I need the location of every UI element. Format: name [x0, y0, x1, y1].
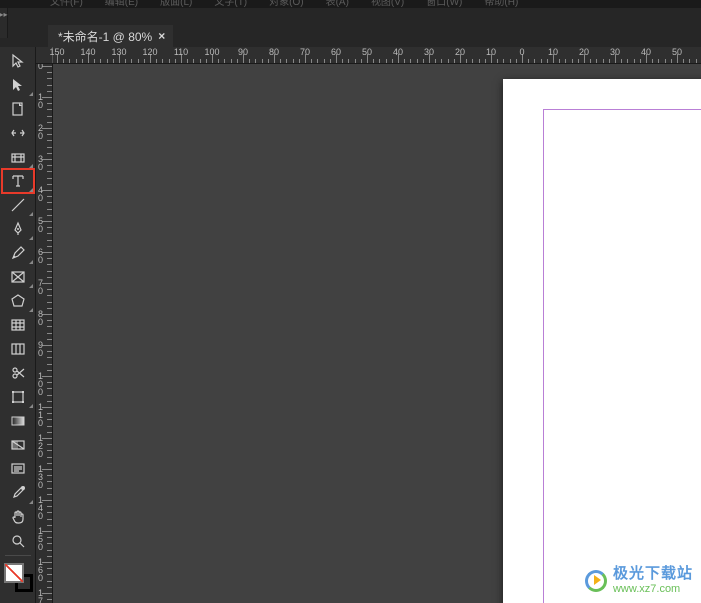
hand-tool[interactable] — [2, 505, 34, 529]
ruler-tick-label: 150 — [38, 527, 43, 551]
ruler-tick-label: 30 — [424, 47, 434, 57]
ruler-tick-label: 0 — [38, 64, 43, 70]
ruler-tick-label: 60 — [38, 248, 43, 264]
flyout-indicator-icon — [29, 212, 33, 216]
page-tool[interactable] — [2, 97, 34, 121]
ruler-tick-label: 130 — [38, 465, 43, 489]
fill-swatch[interactable] — [5, 564, 23, 582]
ruler-tick-label: 20 — [38, 124, 43, 140]
selection-tool[interactable] — [2, 49, 34, 73]
content-collector-tool[interactable] — [2, 145, 34, 169]
ruler-tick-label: 140 — [80, 47, 95, 57]
rectangle-tool[interactable] — [2, 289, 34, 313]
ruler-tick-label: 80 — [38, 310, 43, 326]
flyout-indicator-icon — [29, 236, 33, 240]
menu-item[interactable]: 表(A) — [326, 0, 349, 8]
canvas-area[interactable] — [53, 64, 701, 603]
menu-item[interactable]: 文字(T) — [214, 0, 247, 8]
ruler-tick-label: 90 — [238, 47, 248, 57]
ruler-tick-label: 120 — [38, 434, 43, 458]
text-frame[interactable] — [543, 109, 701, 603]
menu-item[interactable]: 编辑(E) — [105, 0, 138, 8]
ruler-tick-label: 50 — [38, 217, 43, 233]
ruler-tick-label: 40 — [641, 47, 651, 57]
pen-tool[interactable] — [2, 217, 34, 241]
ruler-tick-label: 110 — [38, 403, 43, 427]
type-tool[interactable] — [2, 169, 34, 193]
flyout-indicator-icon — [29, 284, 33, 288]
pencil-tool[interactable] — [2, 241, 34, 265]
vertical-ruler[interactable]: 0 10 20 30 40 50 60 70 80 90 100 110 120 130 140 150 160… — [36, 64, 53, 603]
flyout-indicator-icon — [29, 308, 33, 312]
ruler-tick-label: 70 — [300, 47, 310, 57]
toolbox — [0, 47, 36, 603]
ruler-tick-label: 30 — [38, 155, 43, 171]
rectangle-frame-tool[interactable] — [2, 265, 34, 289]
ruler-tick-label: 130 — [111, 47, 126, 57]
zoom-tool[interactable] — [2, 529, 34, 553]
ruler-tick-label: 50 — [362, 47, 372, 57]
ruler-tick-label: 170 — [38, 589, 43, 603]
ruler-tick-label: 20 — [455, 47, 465, 57]
ruler-tick-label: 60 — [331, 47, 341, 57]
line-tool[interactable] — [2, 193, 34, 217]
ruler-tick-label: 80 — [269, 47, 279, 57]
ruler-tick-label: 40 — [393, 47, 403, 57]
eyedropper-tool[interactable] — [2, 481, 34, 505]
column-tool[interactable] — [2, 337, 34, 361]
tool-divider — [5, 555, 31, 556]
ruler-tick-label: 100 — [38, 372, 43, 396]
free-transform-tool[interactable] — [2, 385, 34, 409]
menu-item[interactable]: 文件(F) — [50, 0, 83, 8]
ruler-tick-label: 160 — [38, 558, 43, 582]
menu-item[interactable]: 对象(O) — [269, 0, 303, 8]
menu-item[interactable]: 版面(L) — [160, 0, 192, 8]
flyout-indicator-icon — [29, 260, 33, 264]
direct-selection-tool[interactable] — [2, 73, 34, 97]
table-tool[interactable] — [2, 313, 34, 337]
flyout-indicator-icon — [29, 404, 33, 408]
gradient-feather-tool[interactable] — [2, 433, 34, 457]
gap-tool[interactable] — [2, 121, 34, 145]
ruler-tick-label: 150 — [49, 47, 64, 57]
flyout-indicator-icon — [29, 188, 33, 192]
note-tool[interactable] — [2, 457, 34, 481]
ruler-tick-label: 10 — [38, 93, 43, 109]
menubar[interactable]: 文件(F) 编辑(E) 版面(L) 文字(T) 对象(O) 表(A) 视图(V)… — [0, 0, 701, 8]
ruler-tick-label: 50 — [672, 47, 682, 57]
flyout-indicator-icon — [29, 164, 33, 168]
ruler-tick-label: 90 — [38, 341, 43, 357]
document-tab[interactable]: *未命名-1 @ 80% × — [48, 25, 173, 47]
ruler-tick-label: 140 — [38, 496, 43, 520]
fill-stroke-swatch[interactable] — [3, 562, 33, 592]
ruler-tick-label: 20 — [579, 47, 589, 57]
ruler-tick-label: 100 — [204, 47, 219, 57]
ruler-tick-label: 40 — [38, 186, 43, 202]
close-tab-button[interactable]: × — [158, 29, 165, 43]
menu-item[interactable]: 帮助(H) — [484, 0, 518, 8]
menu-item[interactable]: 窗口(W) — [426, 0, 462, 8]
document-tab-label: *未命名-1 @ 80% — [58, 28, 152, 45]
scissors-tool[interactable] — [2, 361, 34, 385]
ruler-tick-label: 10 — [548, 47, 558, 57]
flyout-indicator-icon — [29, 500, 33, 504]
ruler-tick-label: 10 — [486, 47, 496, 57]
gradient-swatch-tool[interactable] — [2, 409, 34, 433]
ruler-tick-label: 110 — [174, 47, 188, 57]
ruler-tick-label: 30 — [610, 47, 620, 57]
menu-item[interactable]: 视图(V) — [371, 0, 404, 8]
panel-expand-handle[interactable]: ▸▸ — [0, 8, 8, 38]
ruler-tick-label: 70 — [38, 279, 43, 295]
ruler-tick-label: 0 — [519, 47, 524, 57]
document-tabbar: *未命名-1 @ 80% × — [8, 25, 701, 47]
horizontal-ruler[interactable]: 1501401301201101009080706050403020100102… — [36, 47, 701, 64]
ruler-tick-label: 120 — [142, 47, 157, 57]
flyout-indicator-icon — [29, 92, 33, 96]
